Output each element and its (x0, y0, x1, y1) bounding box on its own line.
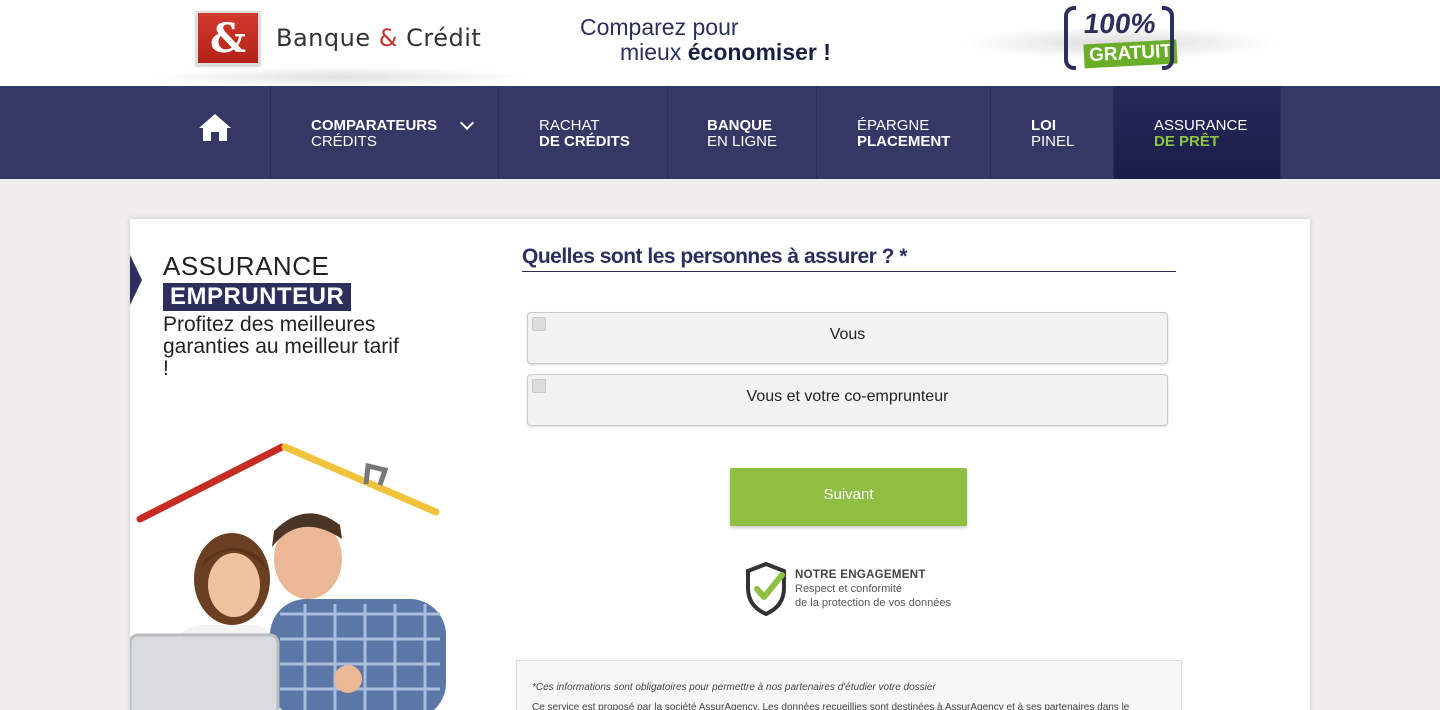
slogan-line2-pre: mieux (620, 39, 682, 65)
shield-check-icon (746, 562, 786, 616)
legal-notice: *Ces informations sont obligatoires pour… (516, 660, 1182, 710)
nav-epargne-placement[interactable]: ÉPARGNE PLACEMENT (817, 86, 991, 179)
logo-shadow (150, 66, 530, 88)
nav-item-line2: CRÉDITS (311, 133, 377, 150)
nav-item-line1: ASSURANCE (1154, 117, 1248, 134)
brand-name: Banque & Crédit (276, 24, 481, 52)
couple-with-laptop-illustration (130, 443, 446, 710)
option-vous[interactable]: Vous (527, 312, 1168, 364)
nav-home[interactable] (160, 86, 271, 179)
simulation-card: ASSURANCE EMPRUNTEUR Profitez des meille… (130, 219, 1310, 710)
promo-title-line1: ASSURANCE (163, 251, 330, 281)
engagement-block: NOTRE ENGAGEMENT Respect et conformité d… (744, 562, 984, 618)
legal-text: Ce service est proposé par la société As… (532, 702, 1130, 710)
nav-item-line2: DE CRÉDITS (539, 133, 630, 150)
badge-bracket-right (1162, 6, 1174, 70)
slogan-line2: mieux économiser ! (580, 40, 831, 65)
engagement-line1: Respect et conformité (795, 583, 902, 595)
nav-banque-en-ligne[interactable]: BANQUE EN LIGNE (668, 86, 817, 179)
nav-item-line1: BANQUE (707, 117, 773, 134)
next-button[interactable]: Suivant (730, 468, 967, 526)
engagement-text: NOTRE ENGAGEMENT Respect et conformité d… (795, 568, 951, 610)
brand-name-part2: Crédit (406, 24, 482, 52)
logo-ampersand-icon: & (196, 11, 260, 65)
site-header: & Banque & Crédit Comparez pour mieux éc… (0, 0, 1440, 88)
brand-name-amp: & (378, 24, 398, 52)
nav-assurance-pret[interactable]: ASSURANCE DE PRÊT (1114, 86, 1281, 179)
brand-name-part1: Banque (276, 24, 371, 52)
nav-item-line2: PLACEMENT (857, 133, 951, 150)
nav-loi-pinel[interactable]: LOI PINEL (991, 86, 1114, 179)
option-label: Vous et votre co-emprunteur (746, 388, 949, 405)
site-logo[interactable]: & Banque & Crédit (196, 11, 481, 65)
option-label: Vous (829, 326, 866, 343)
promo-title-highlight: EMPRUNTEUR (163, 283, 352, 311)
badge-bracket-left (1064, 6, 1076, 70)
engagement-line2: de la protection de vos données (795, 597, 951, 609)
slogan-line1: Comparez pour (580, 14, 739, 40)
header-slogan: Comparez pour mieux économiser ! (580, 15, 831, 65)
nav-item-line1: LOI (1031, 117, 1056, 134)
main-nav: COMPARATEURS CRÉDITS RACHAT DE CRÉDITS B… (0, 86, 1440, 179)
slogan-line2-bold: économiser ! (687, 39, 831, 65)
nav-item-line2: EN LIGNE (707, 133, 778, 150)
nav-item-line1: ÉPARGNE (857, 117, 930, 134)
free-badge: 100% GRATUIT (1062, 4, 1178, 72)
card-arrow-marker (130, 255, 142, 305)
engagement-title: NOTRE ENGAGEMENT (795, 569, 926, 581)
question-title: Quelles sont les personnes à assurer ? * (522, 245, 1176, 272)
legal-note: *Ces informations sont obligatoires pour… (532, 682, 936, 693)
option-checkbox[interactable] (532, 317, 546, 331)
home-icon (199, 114, 231, 141)
nav-rachat-credits[interactable]: RACHAT DE CRÉDITS (499, 86, 668, 179)
nav-comparateurs-credits[interactable]: COMPARATEURS CRÉDITS (271, 86, 499, 179)
option-vous-et-co-emprunteur[interactable]: Vous et votre co-emprunteur (527, 374, 1168, 426)
nav-item-line2: DE PRÊT (1154, 133, 1220, 150)
nav-item-line2: PINEL (1031, 133, 1075, 150)
promo-subtitle: Profitez des meilleures garanties au mei… (163, 313, 399, 380)
badge-percent: 100% (1081, 8, 1158, 39)
option-checkbox[interactable] (532, 379, 546, 393)
nav-item-line1: RACHAT (539, 117, 600, 134)
